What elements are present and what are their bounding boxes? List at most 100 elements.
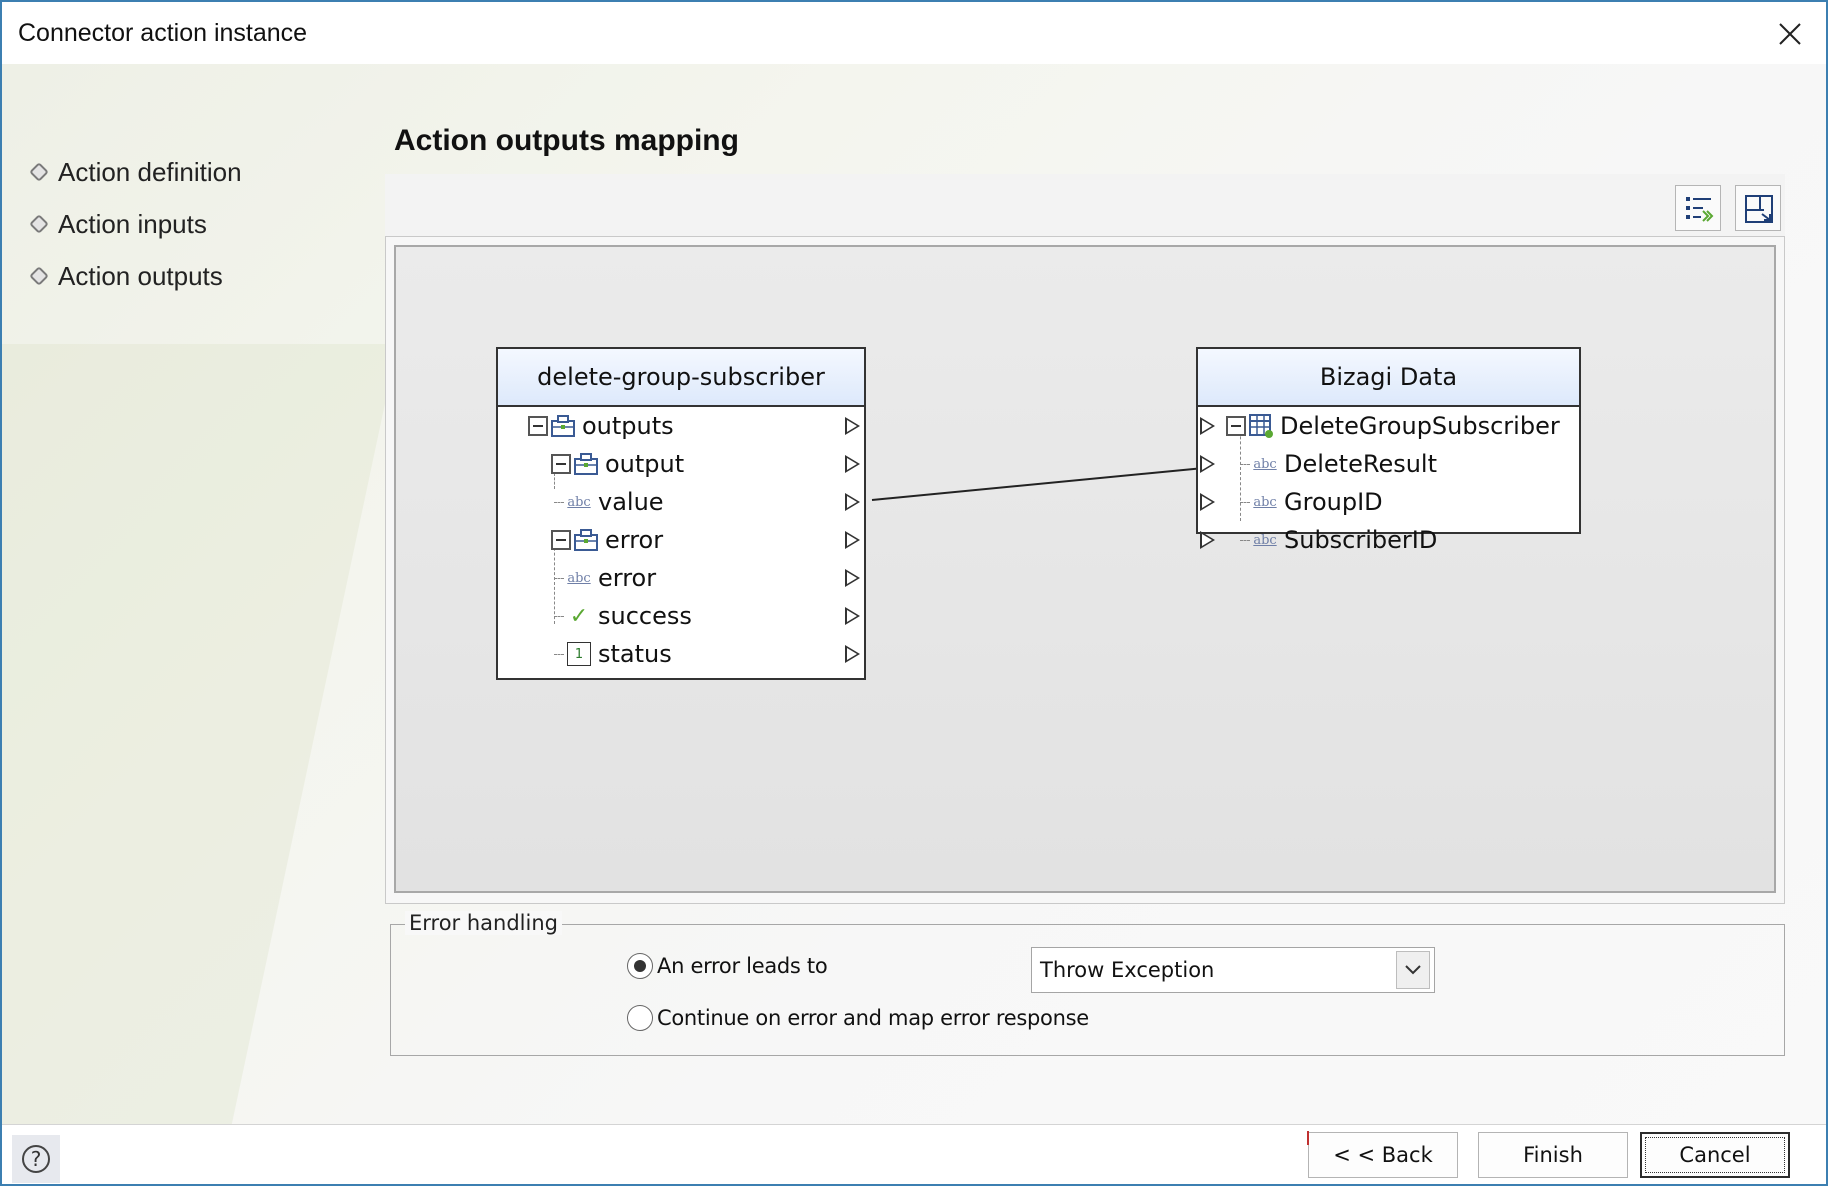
error-handling-group: Error handling An error leads to Continu… (390, 911, 1785, 1056)
output-port-icon[interactable] (845, 645, 860, 663)
row-label: GroupID (1284, 488, 1383, 516)
output-port-icon[interactable] (845, 417, 860, 435)
output-port-icon[interactable] (845, 455, 860, 473)
nav-item-label: Action inputs (58, 208, 207, 239)
nav-item-label: Action definition (58, 156, 242, 187)
row-label: error (598, 564, 657, 592)
target-row-groupid[interactable]: abc GroupID (1198, 483, 1579, 521)
tree-connector (1240, 463, 1250, 465)
target-node-title: Bizagi Data (1198, 349, 1579, 407)
input-port-icon[interactable] (1200, 493, 1215, 511)
input-port-icon[interactable] (1200, 455, 1215, 473)
object-icon (573, 451, 599, 477)
step-bullet-icon (29, 266, 49, 286)
finish-button[interactable]: Finish (1478, 1132, 1628, 1178)
error-handling-legend: Error handling (405, 911, 562, 935)
row-label: SubscriberID (1284, 526, 1438, 554)
radio-error-leads-to[interactable]: An error leads to (627, 953, 828, 979)
collapse-icon[interactable] (551, 530, 571, 550)
object-icon (550, 413, 576, 439)
dialog-window: Connector action instance Action definit… (0, 0, 1828, 1186)
dialog-body: Action definition Action inputs Action o… (2, 64, 1826, 1124)
tree-connector (554, 615, 564, 617)
title-bar: Connector action instance (2, 2, 1826, 64)
source-row-success[interactable]: ✓ success (498, 597, 864, 635)
collapse-icon[interactable] (1226, 416, 1246, 436)
radio-label: Continue on error and map error response (657, 1006, 1089, 1030)
page-title: Action outputs mapping (394, 124, 739, 157)
row-label: error (605, 526, 664, 554)
source-row-value[interactable]: abc value (498, 483, 864, 521)
wizard-steps-nav: Action definition Action inputs Action o… (29, 146, 242, 302)
collapse-icon[interactable] (528, 416, 548, 436)
layout-icon (1745, 195, 1773, 223)
input-port-icon[interactable] (1200, 417, 1215, 435)
step-bullet-icon (29, 214, 49, 234)
row-label: DeleteGroupSubscriber (1280, 412, 1560, 440)
row-label: value (598, 488, 664, 516)
row-label: DeleteResult (1284, 450, 1438, 478)
nav-item-action-inputs[interactable]: Action inputs (29, 198, 242, 250)
mapping-canvas[interactable]: delete-group-subscriber outputs output a… (394, 245, 1776, 893)
row-label: output (605, 450, 685, 478)
error-action-select[interactable]: Throw Exception (1031, 947, 1435, 993)
connection-value-to-deleteresult (871, 467, 1205, 501)
radio-button-checked[interactable] (627, 953, 653, 979)
auto-map-button[interactable] (1675, 185, 1721, 231)
tree-connector (554, 653, 564, 655)
entity-icon (1248, 413, 1274, 439)
input-port-icon[interactable] (1200, 531, 1215, 549)
row-label: success (598, 602, 692, 630)
tree-connector (554, 501, 564, 503)
step-bullet-icon (29, 162, 49, 182)
auto-map-icon (1686, 197, 1714, 222)
string-icon: abc (1253, 532, 1277, 548)
tree-connector (1240, 501, 1250, 503)
cancel-button[interactable]: Cancel (1640, 1132, 1790, 1178)
chevron-down-icon[interactable] (1396, 951, 1430, 989)
mapping-panel: delete-group-subscriber outputs output a… (385, 174, 1785, 904)
back-button[interactable]: < < Back (1307, 1131, 1458, 1178)
source-row-error[interactable]: abc error (498, 559, 864, 597)
help-button[interactable]: ? (12, 1135, 60, 1183)
mapping-canvas-frame: delete-group-subscriber outputs output a… (385, 236, 1785, 904)
background-decoration (2, 344, 398, 1124)
target-row-deleteresult[interactable]: abc DeleteResult (1198, 445, 1579, 483)
string-icon: abc (1253, 456, 1277, 472)
source-row-status[interactable]: 1 status (498, 635, 864, 673)
dialog-footer: ? < < Back Finish Cancel (2, 1124, 1826, 1184)
source-row-outputs[interactable]: outputs (498, 407, 864, 445)
source-schema-node[interactable]: delete-group-subscriber outputs output a… (496, 347, 866, 680)
string-icon: abc (567, 494, 591, 510)
row-label: outputs (582, 412, 674, 440)
nav-item-action-definition[interactable]: Action definition (29, 146, 242, 198)
object-icon (573, 527, 599, 553)
nav-item-action-outputs[interactable]: Action outputs (29, 250, 242, 302)
close-button[interactable] (1770, 14, 1810, 54)
tree-connector (1240, 539, 1250, 541)
layout-button[interactable] (1735, 185, 1781, 231)
target-row-deletegroupsubscriber[interactable]: DeleteGroupSubscriber (1198, 407, 1579, 445)
tree-connector (554, 577, 564, 579)
target-row-subscriberid[interactable]: abc SubscriberID (1198, 521, 1579, 559)
output-port-icon[interactable] (845, 607, 860, 625)
number-icon: 1 (566, 641, 592, 667)
output-port-icon[interactable] (845, 531, 860, 549)
boolean-icon: ✓ (569, 603, 589, 629)
select-value: Throw Exception (1040, 958, 1215, 982)
radio-button-unchecked[interactable] (627, 1005, 653, 1031)
output-port-icon[interactable] (845, 569, 860, 587)
cancel-label: Cancel (1679, 1143, 1751, 1167)
nav-item-label: Action outputs (58, 260, 223, 291)
output-port-icon[interactable] (845, 493, 860, 511)
source-row-error-group[interactable]: error (498, 521, 864, 559)
collapse-icon[interactable] (551, 454, 571, 474)
radio-continue-on-error[interactable]: Continue on error and map error response (627, 1005, 1089, 1031)
source-row-output[interactable]: output (498, 445, 864, 483)
string-icon: abc (1253, 494, 1277, 510)
target-schema-node[interactable]: Bizagi Data DeleteGroupSubscriber abc De… (1196, 347, 1581, 554)
window-title: Connector action instance (18, 19, 308, 47)
string-icon: abc (567, 570, 591, 586)
source-node-title: delete-group-subscriber (498, 349, 864, 407)
help-icon: ? (22, 1145, 50, 1173)
